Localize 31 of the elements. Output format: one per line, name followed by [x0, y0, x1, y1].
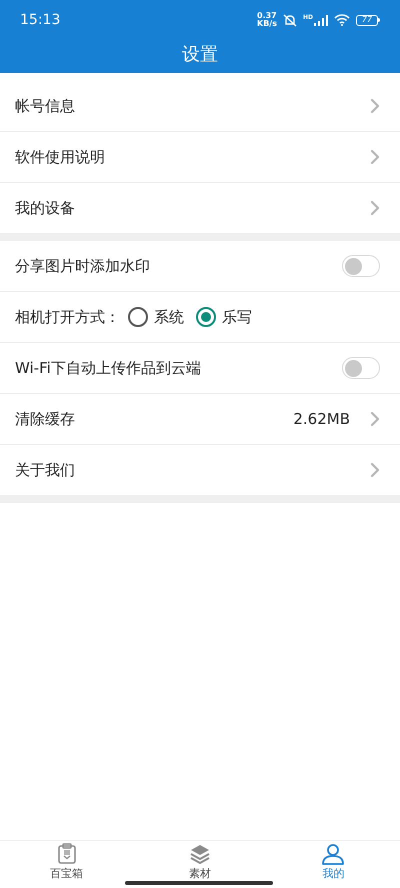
- setting-label[interactable]: 清除缓存: [15, 408, 75, 430]
- setting-label[interactable]: 帐号信息: [15, 94, 75, 118]
- battery-indicator: 77: [356, 14, 380, 26]
- network-speed: 0.37 KB/s: [257, 12, 277, 28]
- setting-label: 相机打开方式：: [15, 306, 120, 328]
- radio-option[interactable]: 乐写: [196, 306, 252, 328]
- chevron-right-icon: [370, 98, 380, 114]
- setting-label: Wi-Fi下自动上传作品到云端: [15, 358, 201, 379]
- setting-label: 分享图片时添加水印: [15, 256, 150, 277]
- layers-icon: [188, 842, 211, 865]
- muted-bell-icon: [282, 14, 297, 26]
- user-icon: [321, 842, 346, 865]
- nav-tab[interactable]: 素材: [133, 841, 267, 884]
- toggle-switch[interactable]: [342, 357, 380, 379]
- setting-label[interactable]: 关于我们: [15, 458, 75, 482]
- nav-tab[interactable]: 我的: [266, 841, 400, 884]
- signal-icon: [314, 14, 328, 26]
- cache-size: 2.62MB: [293, 408, 350, 430]
- chevron-right-icon: [370, 149, 380, 165]
- clipboard-icon: [56, 842, 77, 865]
- radio-option[interactable]: 系统: [128, 306, 184, 328]
- toggle-switch[interactable]: [342, 255, 380, 277]
- wifi-icon: [334, 14, 350, 26]
- page-title: 设置: [182, 43, 218, 67]
- status-time: 15:13: [20, 10, 60, 30]
- chevron-right-icon: [370, 462, 380, 478]
- setting-label[interactable]: 我的设备: [15, 196, 75, 220]
- chevron-right-icon: [370, 200, 380, 216]
- nav-tab[interactable]: 百宝箱: [0, 841, 134, 884]
- chevron-right-icon: [370, 411, 380, 427]
- setting-label[interactable]: 软件使用说明: [15, 146, 105, 168]
